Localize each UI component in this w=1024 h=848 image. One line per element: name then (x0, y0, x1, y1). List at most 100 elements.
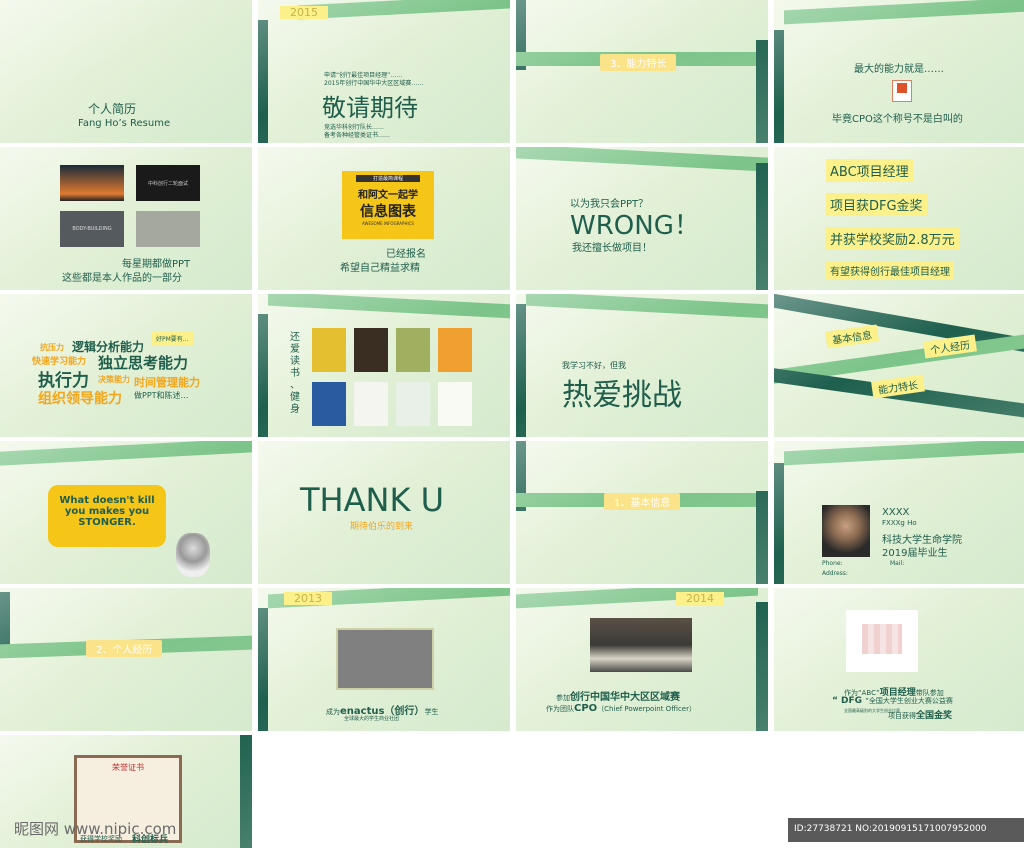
slide-5-t4: 这些都是本人作品的一部分 (62, 273, 182, 284)
slide-19-dark-band (756, 602, 768, 731)
slide-4[interactable]: 最大的能力就是…… 毕竟CPO这个称号不是白叫的 (774, 0, 1024, 143)
tag-basic-info: 基本信息 (825, 324, 879, 349)
slide-5-photo-diagram (136, 211, 200, 247)
book-cover: 打造最简课程 和阿文一起学 信息图表 AWESOME INFOGRAPHICS (342, 171, 434, 239)
word-9: 组织领导能力 (38, 391, 122, 407)
book-2 (354, 328, 388, 372)
slide-4-dark-band (774, 30, 784, 143)
slide-5-t3: 每星期都做PPT (122, 259, 191, 270)
id-bar: ID:27738721 NO:20190915171007952000 (788, 818, 1024, 842)
slide-17-dark-band (0, 592, 10, 652)
quote-line3: STONGER. (78, 517, 136, 528)
slide-1-subtitle: Fang Ho’s Resume (78, 118, 171, 129)
slide-10-band (268, 294, 510, 319)
slide-5-photo-dark: 中科创行二轮面试 (136, 165, 200, 201)
slide-8-l4: 有望获得创行最佳项目经理 (826, 261, 954, 280)
slide-7-dark-band (756, 163, 768, 290)
slide-8[interactable]: ABC项目经理 项目获DFG金奖 并获学校奖励2.8万元 有望获得创行最佳项目经… (774, 147, 1024, 290)
slide-15-dark-band-right (756, 491, 768, 584)
slide-6[interactable]: 打造最简课程 和阿文一起学 信息图表 AWESOME INFOGRAPHICS … (258, 147, 510, 290)
book-7 (396, 382, 430, 426)
slide-2-band (298, 0, 510, 20)
ppt-file-icon (892, 80, 912, 102)
slide-3-section: 3、能力特长 (600, 54, 677, 71)
slide-11-dark-band (516, 304, 526, 437)
slide-16-grad: 2019届毕业生 (882, 548, 948, 559)
book-4 (438, 328, 472, 372)
slide-16-name: XXXX (882, 507, 910, 518)
slide-6-line1: 已经报名 (386, 249, 426, 260)
slide-2-line4: 备考各种经管类证书…… (324, 132, 391, 139)
slide-18-dark-band (258, 608, 268, 731)
slide-12[interactable]: 基本信息 个人经历 能力特长 (774, 294, 1024, 437)
slide-10-vertical: 还爱读书、健身 (290, 332, 300, 415)
slide-11-big: 热爱挑战 (562, 378, 682, 413)
slide-10[interactable]: 还爱读书、健身 (258, 294, 510, 437)
book-8 (438, 382, 472, 426)
slide-2-line2: 2015年创行中国华中大区区域赛…… (324, 80, 424, 87)
slide-5-photo-sunset (60, 165, 124, 201)
slide-9[interactable]: 抗压力 逻辑分析能力 好PM要有… 快速学习能力 独立思考能力 执行力 决策能力… (0, 294, 252, 437)
award-document (846, 610, 918, 672)
slide-17[interactable]: 2、个人经历 (0, 588, 252, 731)
book-1 (312, 328, 346, 372)
slide-13[interactable]: What doesn't kill you makes you STONGER. (0, 441, 252, 584)
slide-4-band (784, 0, 1024, 25)
slide-18-year: 2013 (284, 592, 332, 605)
quote-line1: What doesn't kill (59, 495, 155, 506)
slide-19[interactable]: 2014 参加创行中国华中大区区域赛 作为团队CPO（Chief Powerpo… (516, 588, 768, 731)
slide-21-dark-band (240, 735, 252, 848)
slide-18-line2: 全球最大的学生商业社团 (344, 716, 400, 722)
slide-7-a: 我还擅长做项目！ (572, 243, 652, 254)
slide-7-band (516, 147, 768, 172)
slide-grid: 个人简历 Fang Ho’s Resume 2015 申请“创行最佳项目经理”…… (0, 0, 1024, 848)
word-8: 时间管理能力 (134, 376, 200, 389)
slide-19-line1: 参加创行中国华中大区区域赛 (556, 692, 680, 703)
book-3 (396, 328, 430, 372)
slide-11[interactable]: 我学习不好，但我 热爱挑战 (516, 294, 768, 437)
slide-14-sub: 期待伯乐的到来 (350, 522, 414, 532)
portrait-sketch (176, 533, 210, 577)
slide-5[interactable]: 中科创行二轮面试 BODY-BUILDING 每星期都做PPT 这些都是本人作品… (0, 147, 252, 290)
slide-16[interactable]: XXXX FXXXg Ho 科技大学生命学院 2019届毕业生 Phone: M… (774, 441, 1024, 584)
slide-15-section: 1、基本信息 (604, 493, 681, 510)
word-5: 独立思考能力 (98, 354, 189, 372)
slide-20-line4: 项目获得全国金奖 (888, 711, 953, 721)
book-sub: AWESOME INFOGRAPHICS (362, 221, 414, 226)
team-photo (590, 618, 692, 672)
slide-17-section: 2、个人经历 (86, 640, 163, 657)
watermark: 昵图网 www.nipic.com (14, 820, 177, 838)
slide-2-dark-band (258, 20, 268, 143)
slide-4-bottom: 毕竟CPO这个称号不是白叫的 (832, 114, 963, 125)
slide-14[interactable]: THANK U 期待伯乐的到来 (258, 441, 510, 584)
slide-2[interactable]: 2015 申请“创行最佳项目经理”…… 2015年创行中国华中大区区域赛…… 敬… (258, 0, 510, 143)
slide-16-en: FXXXg Ho (882, 519, 917, 527)
slide-19-line2: 作为团队CPO（Chief Powerpoint Officer） (546, 703, 696, 714)
slide-3[interactable]: 3、能力特长 (516, 0, 768, 143)
slide-14-big: THANK U (300, 481, 445, 519)
quote-line2: you makes you (64, 506, 150, 517)
slide-20[interactable]: 作为“ABC”项目经理带队参加 “ DFG ”全国大学生创业大赛公益赛 全国最高… (774, 588, 1024, 731)
slide-10-dark-band (258, 314, 268, 437)
slide-7[interactable]: 以为我只会PPT？ WRONG！ 我还擅长做项目！ (516, 147, 768, 290)
slide-6-line2: 希望自己精益求精 (340, 263, 420, 274)
slide-16-address: Address: (822, 570, 848, 577)
slide-7-big: WRONG！ (570, 211, 700, 241)
word-3: 好PM要有… (152, 332, 193, 345)
slide-5-t1: 中科创行二轮面试 (147, 181, 188, 187)
slide-2-year: 2015 (280, 6, 328, 19)
slide-16-dark-band (774, 463, 784, 584)
slide-5-photo-gym: BODY-BUILDING (60, 211, 124, 247)
slide-15[interactable]: 1、基本信息 (516, 441, 768, 584)
slide-2-headline: 敬请期待 (322, 94, 418, 122)
honor-certificate-title: 荣誉证书 (112, 763, 144, 772)
slide-18[interactable]: 2013 成为enactus（创行）学生 全球最大的学生商业社团 (258, 588, 510, 731)
slide-11-band (526, 294, 768, 319)
slide-20-line2: “ DFG ”全国大学生创业大赛公益赛 (832, 696, 953, 706)
slide-8-l1: ABC项目经理 (826, 159, 913, 182)
slide-8-l3: 并获学校奖励2.8万元 (826, 227, 959, 250)
quote-bubble: What doesn't kill you makes you STONGER. (48, 485, 166, 547)
slide-1-title: 个人简历 (88, 102, 137, 116)
slide-1[interactable]: 个人简历 Fang Ho’s Resume (0, 0, 252, 143)
slide-3-dark-band-right (756, 40, 768, 143)
